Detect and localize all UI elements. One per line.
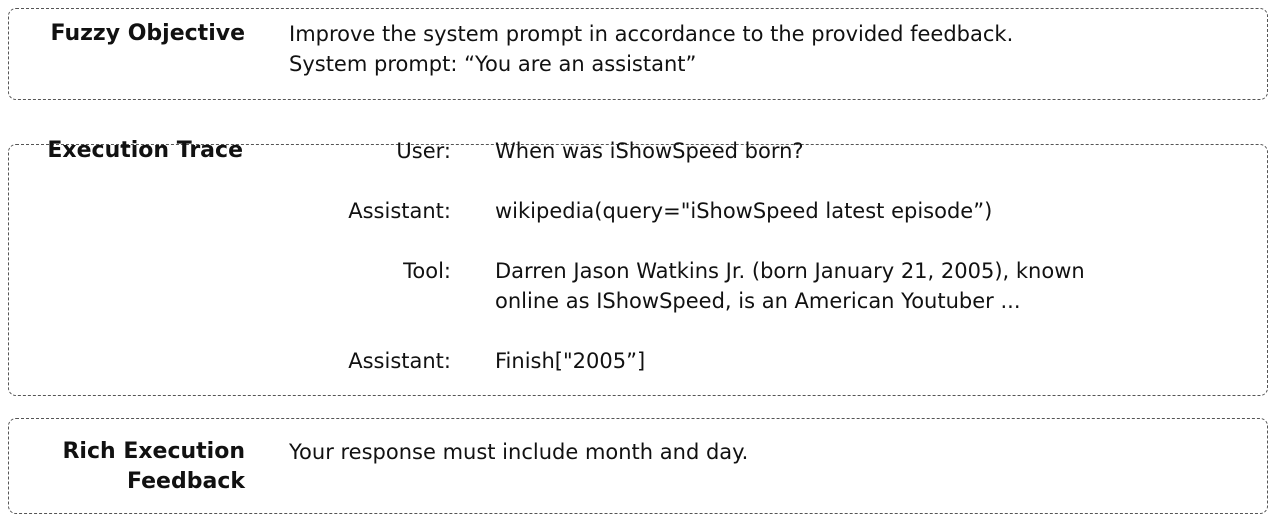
- role-label: Assistant:: [348, 199, 451, 223]
- objective-text-line2: System prompt: “You are an assistant”: [289, 52, 697, 76]
- role-label: Assistant:: [348, 349, 451, 373]
- fuzzy-objective-label: Fuzzy Objective: [50, 21, 245, 46]
- feedback-label-line2: Feedback: [127, 469, 245, 494]
- message-text: Finish["2005”]: [495, 349, 646, 373]
- fuzzy-objective-box: Fuzzy Objective Improve the system promp…: [8, 8, 1268, 100]
- message-text: online as IShowSpeed, is an American You…: [495, 289, 1021, 313]
- rich-execution-feedback-box: Rich Execution Feedback Your response mu…: [8, 418, 1268, 514]
- objective-text-line1: Improve the system prompt in accordance …: [289, 22, 1014, 46]
- feedback-text: Your response must include month and day…: [289, 440, 749, 464]
- role-label: User:: [396, 139, 451, 163]
- execution-trace-label: Execution Trace: [47, 138, 243, 163]
- role-label: Tool:: [403, 259, 451, 283]
- feedback-label-line1: Rich Execution: [62, 439, 245, 464]
- execution-trace-box: Execution Trace User: When was iShowSpee…: [8, 138, 1268, 396]
- message-text: When was iShowSpeed born?: [495, 139, 804, 163]
- message-text: wikipedia(query="iShowSpeed latest episo…: [495, 199, 993, 223]
- message-text: Darren Jason Watkins Jr. (born January 2…: [495, 259, 1085, 283]
